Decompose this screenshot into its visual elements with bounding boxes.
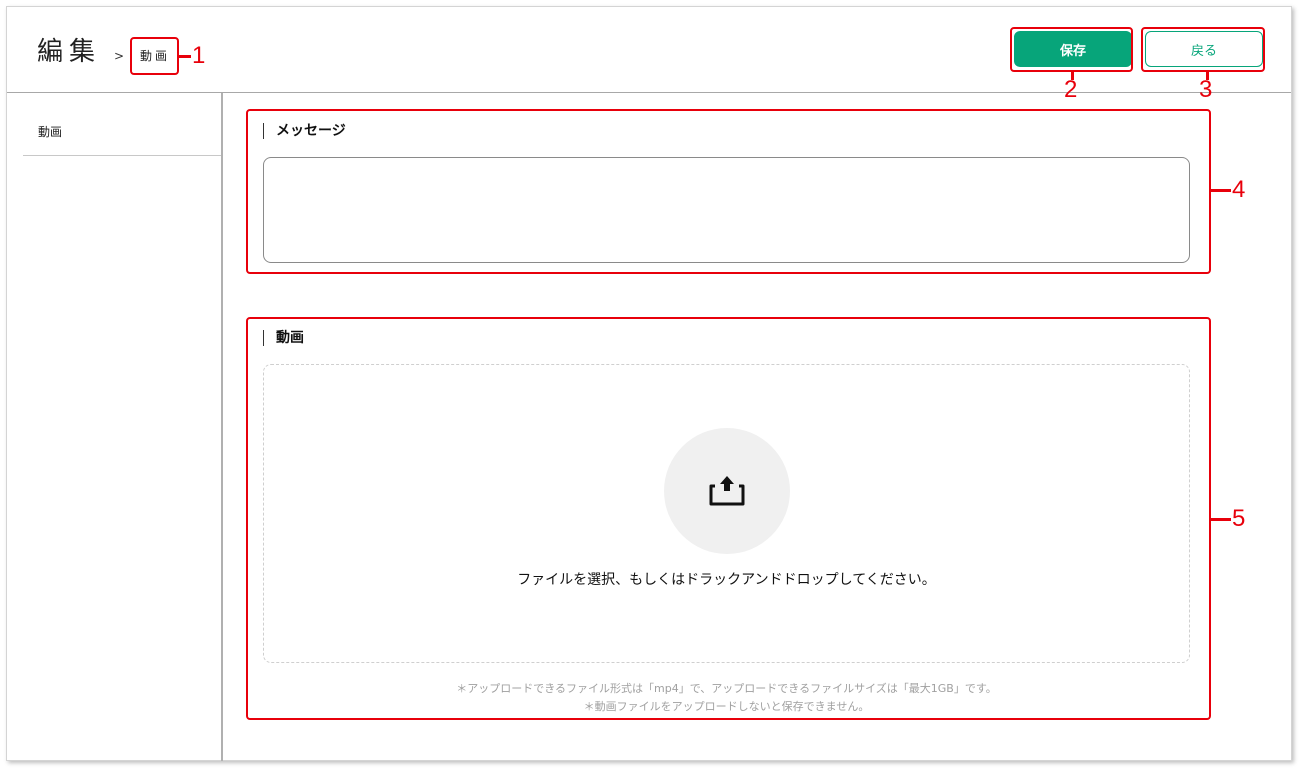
sidebar-item-video[interactable]: 動画 [23,93,221,156]
annotation-line-1 [179,55,191,58]
page-title: 編集 [37,37,102,67]
annotation-number-2: 2 [1064,76,1078,103]
sidebar: 動画 [7,93,223,761]
annotation-box-3 [1141,27,1265,72]
annotation-number-4: 4 [1232,176,1246,203]
annotation-box-4 [246,109,1211,274]
annotation-box-5 [246,317,1211,720]
annotation-line-5 [1211,518,1231,521]
breadcrumb-separator: > [114,49,125,63]
annotation-line-4 [1211,189,1231,192]
annotation-box-1 [130,37,179,75]
annotation-box-2 [1010,27,1133,72]
annotation-number-3: 3 [1199,76,1213,103]
annotation-number-1: 1 [192,42,206,69]
annotation-number-5: 5 [1232,505,1246,532]
